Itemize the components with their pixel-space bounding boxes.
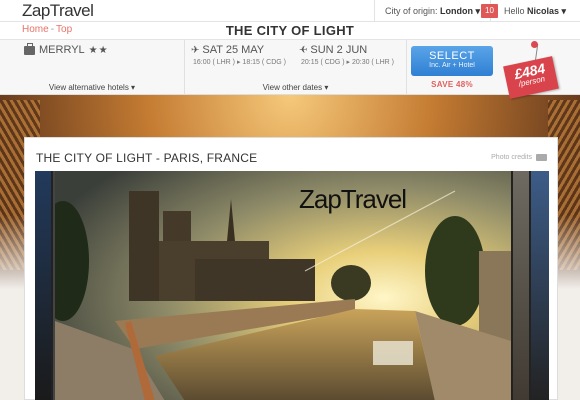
breadcrumb-current[interactable]: Top [56,24,72,35]
origin-selector[interactable]: City of origin: London ▾ [374,0,492,22]
dates-cell: ✈ SAT 25 MAY 16:00 ( LHR ) ▸ 18:15 ( CDG … [185,40,407,95]
watermark-logo: ZapTravel [299,184,407,214]
plane-icon: ✈ [299,44,308,56]
alternative-hotels-link[interactable]: View alternative hotels ▾ [0,83,184,92]
select-label: SELECT [429,50,475,62]
photo-gallery: ZapTravel [35,171,549,400]
gallery-thumb-next[interactable] [513,171,529,400]
select-button[interactable]: SELECT Inc. Air + Hotel [411,46,493,76]
page-title: THE CITY OF LIGHT [225,23,355,38]
logo[interactable]: ZapTravel [22,1,94,21]
outbound-flight: ✈ SAT 25 MAY 16:00 ( LHR ) ▸ 18:15 ( CDG … [191,44,301,66]
top-bar: ZapTravel City of origin: London ▾ 10 He… [0,0,580,22]
photo-credits-label[interactable]: Photo credits [491,154,532,161]
notification-badge[interactable]: 10 [481,4,498,18]
origin-label: City of origin: [385,6,438,16]
return-times: 20:15 ( CDG ) ▸ 20:30 ( LHR ) [301,59,394,66]
title-bar: THE CITY OF LIGHT Home - Top [0,22,580,40]
gallery-thumb-next-2[interactable] [531,171,549,400]
pin-icon [531,41,538,48]
gallery-thumb-prev[interactable] [35,171,51,400]
other-dates-link[interactable]: View other dates ▾ [185,83,406,92]
plane-icon: ✈ [191,44,200,56]
notre-dame-photo [55,171,511,400]
hello-label: Hello [504,6,525,16]
save-percentage: SAVE 48% [431,80,473,89]
hotel-info: MERRYL ★★ [24,42,109,56]
hotel-name: MERRYL [39,44,85,56]
booking-bar: MERRYL ★★ View alternative hotels ▾ ✈ SAT… [0,40,580,95]
select-sublabel: Inc. Air + Hotel [429,62,475,69]
breadcrumb-separator: - [50,24,55,35]
return-date: SUN 2 JUN [310,44,368,56]
hotel-cell: MERRYL ★★ View alternative hotels ▾ [0,40,185,95]
hotel-stars: ★★ [88,44,109,56]
breadcrumb-home[interactable]: Home [22,24,49,35]
photo-credits[interactable]: Photo credits [491,154,547,161]
outbound-times: 16:00 ( LHR ) ▸ 18:15 ( CDG ) [193,59,286,66]
destination-panel: THE CITY OF LIGHT - PARIS, FRANCE Photo … [24,137,558,400]
return-flight: ✈ SUN 2 JUN 20:15 ( CDG ) ▸ 20:30 ( LHR ) [299,44,409,66]
breadcrumb: Home - Top [22,24,72,35]
suitcase-icon [24,42,35,55]
outbound-date: SAT 25 MAY [202,44,265,56]
panel-title: THE CITY OF LIGHT - PARIS, FRANCE [36,151,258,165]
user-menu[interactable]: Hello Nicolas ▾ [504,0,566,22]
origin-value[interactable]: London ▾ [440,6,480,16]
user-name[interactable]: Nicolas ▾ [527,6,566,16]
gallery-main-photo[interactable]: ZapTravel [55,171,511,400]
camera-icon[interactable] [536,154,547,161]
